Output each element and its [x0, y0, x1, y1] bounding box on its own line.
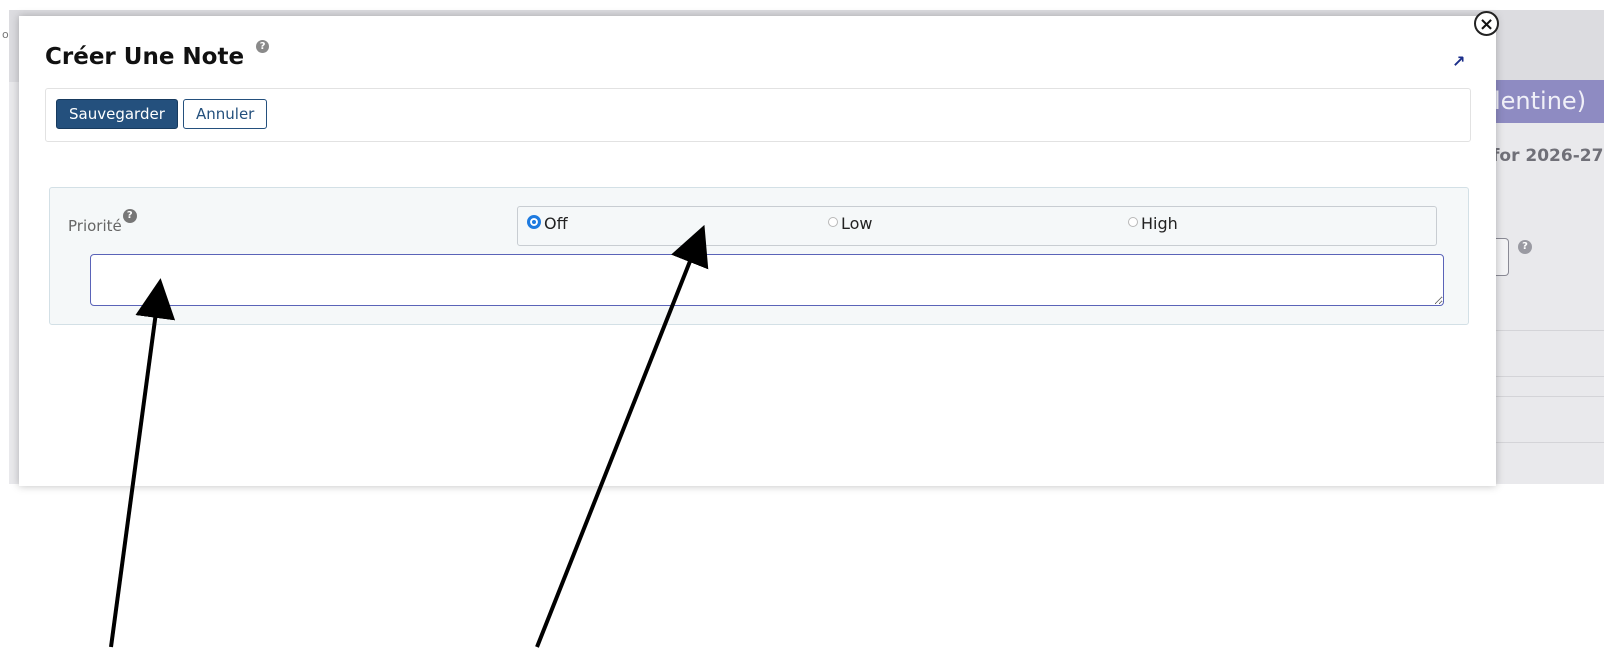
arrow-to-priority-radios — [535, 224, 709, 648]
arrow-to-note-input — [109, 278, 176, 648]
annotation-arrows — [109, 224, 709, 648]
